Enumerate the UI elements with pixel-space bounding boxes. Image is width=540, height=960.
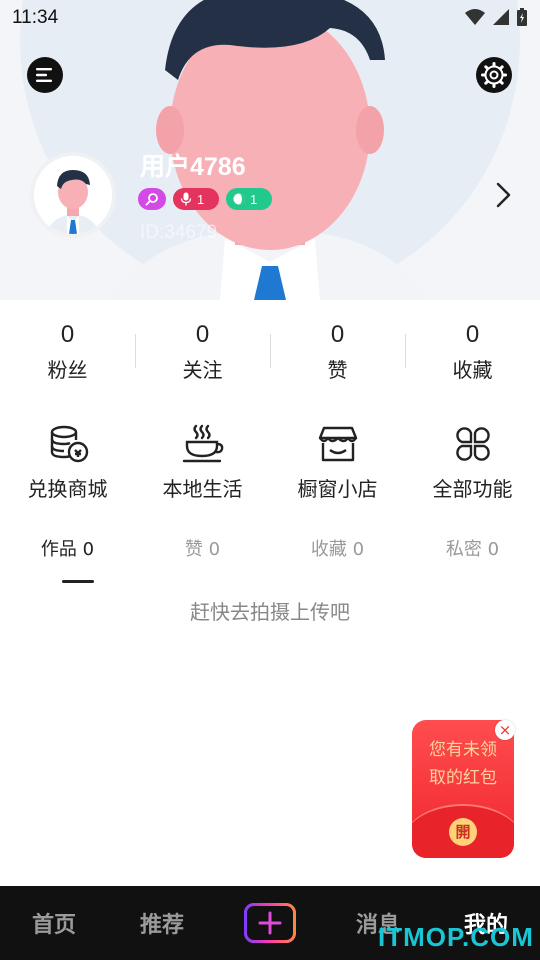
gear-icon <box>481 62 507 88</box>
user-id: ID:34679 <box>140 222 218 243</box>
red-packet-line2: 取的红包 <box>429 768 497 788</box>
hero-avatar-illustration <box>110 0 430 300</box>
feature-label: 本地生活 <box>162 477 243 501</box>
red-packet-text: 您有未领 取的红包 <box>412 736 514 792</box>
stat-favorites[interactable]: 0 收藏 <box>405 318 540 394</box>
red-packet-widget[interactable]: 您有未领 取的红包 開 <box>412 720 514 858</box>
feature-label: 兑换商城 <box>27 477 108 501</box>
chevron-right-icon[interactable] <box>494 181 514 209</box>
nav-recommend[interactable]: 推荐 <box>108 907 216 939</box>
profile-header <box>0 0 540 300</box>
watermark: ITMOP.COM <box>378 922 534 952</box>
coffee-cup-icon <box>182 424 223 463</box>
stat-following[interactable]: 0 关注 <box>135 318 270 394</box>
tab-likes[interactable]: 赞 0 <box>135 530 270 586</box>
settings-button[interactable] <box>476 57 512 93</box>
half-moon-icon <box>233 193 245 205</box>
plus-icon-wrapper <box>247 906 293 940</box>
battery-icon <box>517 8 527 26</box>
username: 用户4786 <box>140 153 246 181</box>
microphone-icon <box>180 192 192 206</box>
badge-mic-value: 1 <box>197 191 205 207</box>
badge-dot-level[interactable]: 1 <box>226 188 272 210</box>
feature-label: 橱窗小店 <box>297 477 378 501</box>
status-time: 11:34 <box>12 7 59 28</box>
tab-favorites[interactable]: 收藏 0 <box>270 530 405 586</box>
feature-local-life[interactable]: 本地生活 <box>135 418 270 508</box>
badge-mic-level[interactable]: 1 <box>173 188 219 210</box>
storefront-icon <box>318 426 357 462</box>
content-tabs: 作品 0 赞 0 收藏 0 私密 0 <box>0 530 540 586</box>
stat-likes[interactable]: 0 赞 <box>270 318 405 394</box>
menu-button[interactable] <box>27 57 63 93</box>
stat-value: 0 <box>465 321 480 348</box>
feature-shortcuts: 兑换商城 本地生活 橱窗小店 全部功能 <box>0 418 540 508</box>
coins-icon <box>50 425 88 463</box>
stat-label: 赞 <box>327 358 348 382</box>
feature-label: 全部功能 <box>432 477 513 501</box>
red-packet-seal: 開 <box>449 818 477 846</box>
user-badges: 1 1 <box>138 188 272 210</box>
signal-icon <box>493 9 509 25</box>
tab-private[interactable]: 私密 0 <box>405 530 540 586</box>
stat-value: 0 <box>330 321 345 348</box>
status-icons <box>464 7 528 27</box>
badge-dot-value: 1 <box>250 191 258 207</box>
empty-state-text: 赶快去拍摄上传吧 <box>190 600 350 624</box>
menu-icon <box>36 68 52 82</box>
badge-search[interactable] <box>138 188 166 210</box>
feature-showcase-shop[interactable]: 橱窗小店 <box>270 418 405 508</box>
nav-home[interactable]: 首页 <box>0 907 108 939</box>
stat-value: 0 <box>60 321 75 348</box>
stat-value: 0 <box>195 321 210 348</box>
stat-label: 关注 <box>182 358 223 382</box>
avatar-illustration <box>34 156 112 234</box>
stat-label: 收藏 <box>452 358 493 382</box>
red-packet-line1: 您有未领 <box>429 740 497 760</box>
avatar[interactable] <box>30 152 116 238</box>
feature-exchange-mall[interactable]: 兑换商城 <box>0 418 135 508</box>
status-bar: 11:34 <box>0 0 540 36</box>
wifi-icon <box>465 9 485 25</box>
close-icon[interactable]: × <box>495 720 515 740</box>
nav-create[interactable] <box>216 903 324 943</box>
stat-label: 粉丝 <box>47 358 88 382</box>
profile-stats: 0 粉丝 0 关注 0 赞 0 收藏 <box>0 318 540 394</box>
grid-clover-icon <box>455 427 490 461</box>
create-button[interactable] <box>244 903 296 943</box>
tab-works[interactable]: 作品 0 <box>0 530 135 586</box>
stat-fans[interactable]: 0 粉丝 <box>0 318 135 394</box>
search-icon <box>145 193 158 206</box>
active-tab-indicator <box>62 580 94 583</box>
feature-all-functions[interactable]: 全部功能 <box>405 418 540 508</box>
plus-icon <box>258 911 282 935</box>
